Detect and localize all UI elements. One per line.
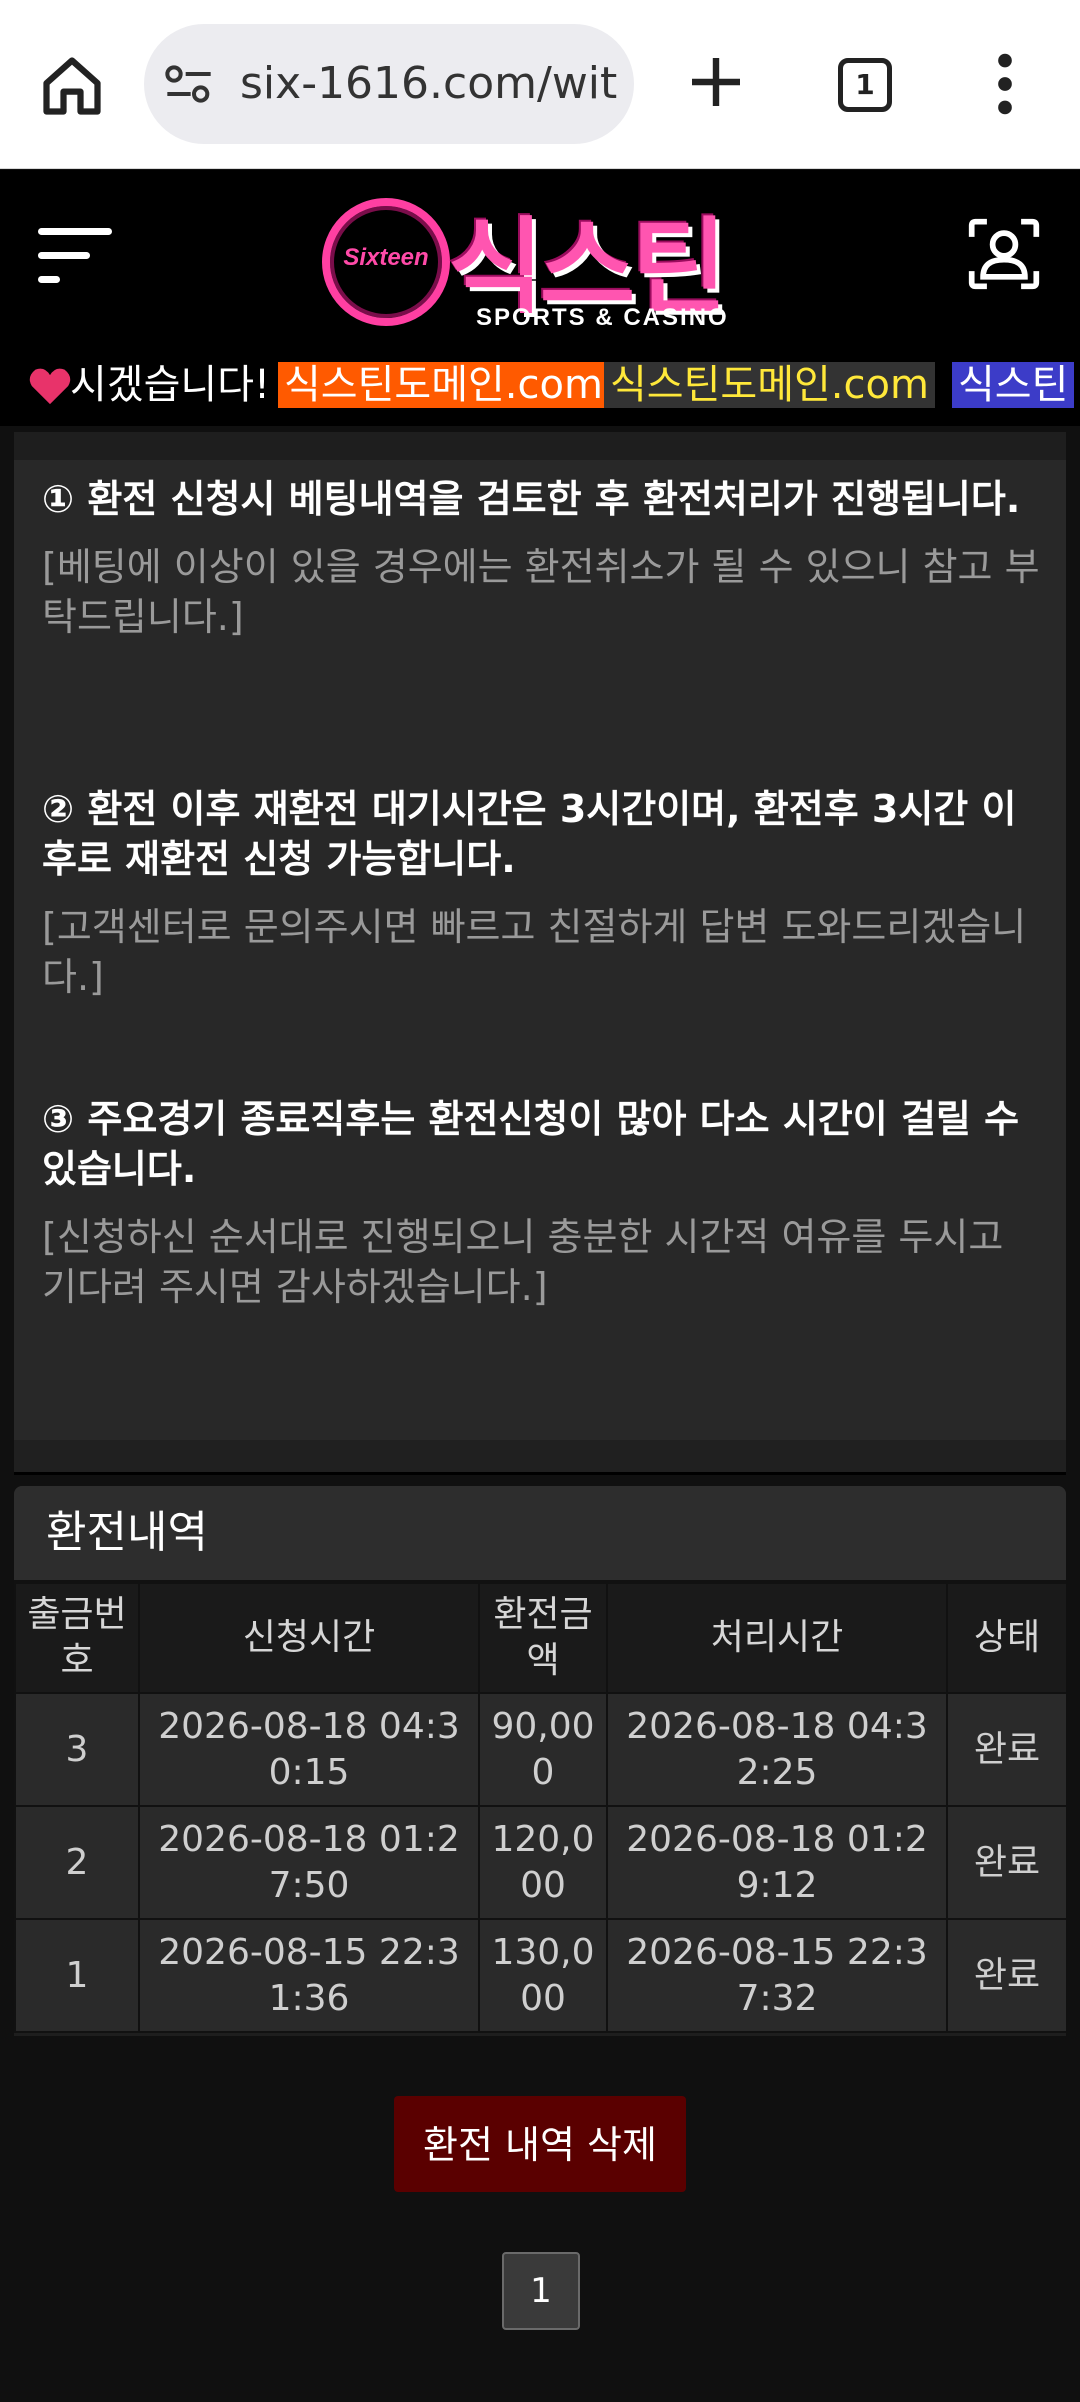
request-time: 2026-08-18 04:30:15	[138, 1692, 480, 1807]
logo-badge: Sixteen	[322, 198, 450, 326]
column-header: 상태	[946, 1582, 1066, 1694]
withdrawal-number: 1	[14, 1918, 140, 2033]
home-icon[interactable]	[38, 52, 106, 120]
ticker-domain-tag[interactable]: 식스틴	[952, 362, 1075, 408]
request-time: 2026-08-15 22:31:36	[138, 1918, 480, 2033]
rule-title: ① 환전 신청시 베팅내역을 검토한 후 환전처리가 진행됩니다.	[42, 477, 1021, 521]
status: 완료	[946, 1692, 1066, 1807]
pagination-page-1[interactable]: 1	[502, 2252, 580, 2330]
site-settings-icon[interactable]	[164, 64, 214, 104]
withdrawal-notice: ① 환전 신청시 베팅내역을 검토한 후 환전처리가 진행됩니다. [베팅에 이…	[14, 432, 1066, 1475]
address-bar[interactable]: six-1616.com/with	[144, 24, 634, 144]
request-time: 2026-08-18 01:27:50	[138, 1805, 480, 1920]
profile-icon[interactable]	[966, 216, 1042, 292]
withdrawal-amount: 90,000	[478, 1692, 608, 1807]
browser-toolbar: six-1616.com/with 1	[0, 0, 1080, 169]
delete-history-button[interactable]: 환전 내역 삭제	[394, 2096, 686, 2192]
new-tab-icon[interactable]	[684, 50, 748, 114]
withdrawal-number: 3	[14, 1692, 140, 1807]
withdrawal-history: 환전내역 출금번호 신청시간 환전금액 처리시간 상태 3 2026-08-18…	[14, 1486, 1066, 2036]
url-text: six-1616.com/with	[240, 58, 620, 109]
ticker-text: 시겠습니다!	[70, 362, 271, 408]
ticker-domain-tag[interactable]: 식스틴도메인.com	[278, 362, 609, 408]
status: 완료	[946, 1918, 1066, 2033]
rule-title: ③ 주요경기 종료직후는 환전신청이 많아 다소 시간이 걸릴 수 있습니다.	[42, 1097, 1020, 1191]
status: 완료	[946, 1805, 1066, 1920]
withdrawal-amount: 120,000	[478, 1805, 608, 1920]
withdrawal-number: 2	[14, 1805, 140, 1920]
notice-rule: ① 환전 신청시 베팅내역을 검토한 후 환전처리가 진행됩니다. [베팅에 이…	[42, 474, 1042, 642]
rule-title: ② 환전 이후 재환전 대기시간은 3시간이며, 환전후 3시간 이후로 재환전…	[42, 787, 1017, 881]
table-header-row: 출금번호 신청시간 환전금액 처리시간 상태	[14, 1582, 1066, 1694]
column-header: 신청시간	[138, 1582, 480, 1694]
history-title: 환전내역	[14, 1486, 1066, 1582]
column-header: 처리시간	[606, 1582, 948, 1694]
rule-description: [베팅에 이상이 있을 경우에는 환전취소가 될 수 있으니 참고 부탁드립니다…	[42, 545, 1040, 639]
logo-tagline: SPORTS & CASINO	[476, 304, 729, 331]
rule-description: [신청하신 순서대로 진행되오니 충분한 시간적 여유를 두시고 기다려 주시면…	[42, 1215, 1004, 1309]
table-row: 3 2026-08-18 04:30:15 90,000 2026-08-18 …	[14, 1692, 1066, 1807]
heart-icon	[29, 368, 71, 405]
processed-time: 2026-08-18 01:29:12	[606, 1805, 948, 1920]
announcement-ticker: 시겠습니다! 식스틴도메인.com 식스틴도메인.com 식스틴	[0, 346, 1080, 426]
tab-switcher-button[interactable]: 1	[838, 58, 892, 112]
withdrawal-amount: 130,000	[478, 1918, 608, 2033]
column-header: 환전금액	[478, 1582, 608, 1694]
processed-time: 2026-08-18 04:32:25	[606, 1692, 948, 1807]
processed-time: 2026-08-15 22:37:32	[606, 1918, 948, 2033]
column-header: 출금번호	[14, 1582, 140, 1694]
menu-icon[interactable]	[38, 222, 112, 288]
notice-rule: ② 환전 이후 재환전 대기시간은 3시간이며, 환전후 3시간 이후로 재환전…	[42, 784, 1042, 1002]
table-row: 1 2026-08-15 22:31:36 130,000 2026-08-15…	[14, 1918, 1066, 2033]
notice-rule: ③ 주요경기 종료직후는 환전신청이 많아 다소 시간이 걸릴 수 있습니다. …	[42, 1094, 1042, 1312]
ticker-domain-tag[interactable]: 식스틴도메인.com	[604, 362, 935, 408]
table-row: 2 2026-08-18 01:27:50 120,000 2026-08-18…	[14, 1805, 1066, 1920]
history-table: 출금번호 신청시간 환전금액 처리시간 상태 3 2026-08-18 04:3…	[14, 1582, 1066, 2033]
site-header: Sixteen 식스틴 SPORTS & CASINO	[0, 170, 1080, 346]
site-logo[interactable]: Sixteen 식스틴 SPORTS & CASINO	[320, 188, 760, 338]
rule-description: [고객센터로 문의주시면 빠르고 친절하게 답변 도와드리겠습니다.]	[42, 905, 1027, 999]
more-options-icon[interactable]	[990, 52, 1020, 116]
